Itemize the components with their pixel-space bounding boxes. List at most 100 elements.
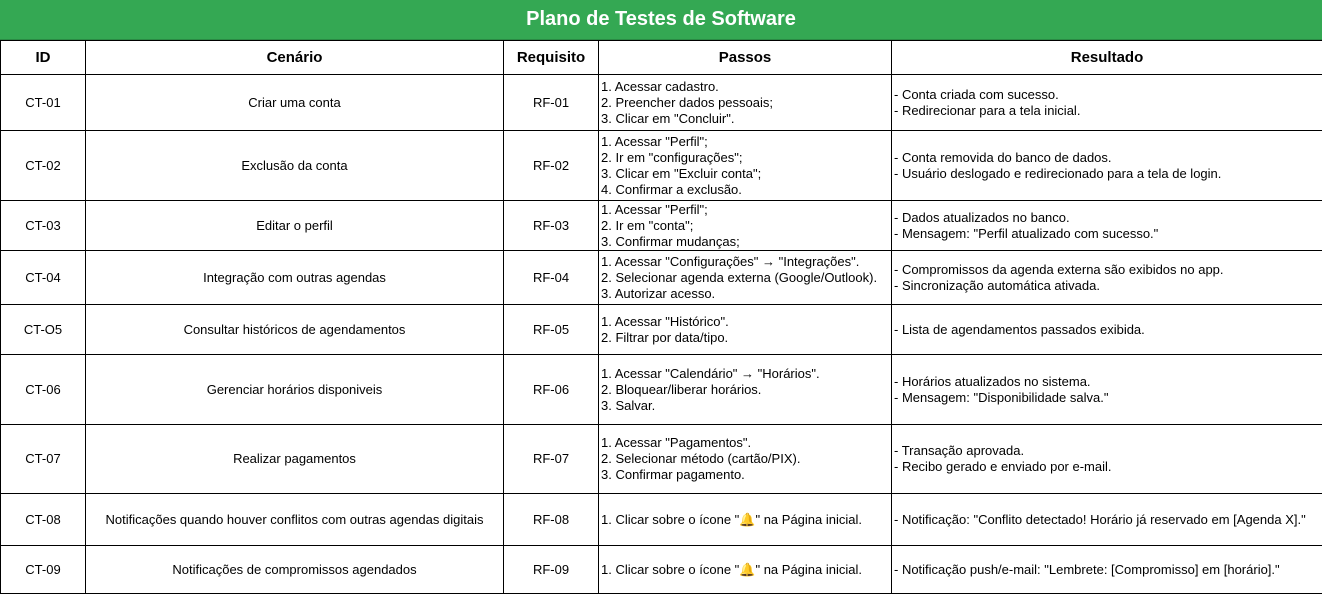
passos-line: 2. Bloquear/liberar horários. bbox=[601, 382, 889, 398]
cell-resultado: - Conta removida do banco de dados.- Usu… bbox=[892, 131, 1322, 201]
cell-passos: 1. Acessar cadastro.2. Preencher dados p… bbox=[599, 75, 892, 131]
cell-id: CT-O5 bbox=[1, 305, 86, 355]
passos-line: 2. Ir em "conta"; bbox=[601, 218, 889, 234]
passos-line: 3. Autorizar acesso. bbox=[601, 286, 889, 302]
passos-line: 1. Acessar "Perfil"; bbox=[601, 202, 889, 218]
cell-passos: 1. Clicar sobre o ícone "🔔" na Página in… bbox=[599, 546, 892, 594]
cell-cenario: Realizar pagamentos bbox=[86, 425, 504, 494]
passos-line: 1. Acessar "Perfil"; bbox=[601, 134, 889, 150]
cell-resultado: - Notificação push/e-mail: "Lembrete: [C… bbox=[892, 546, 1322, 594]
cell-resultado: - Lista de agendamentos passados exibida… bbox=[892, 305, 1322, 355]
cell-resultado: - Notificação: "Conflito detectado! Horá… bbox=[892, 494, 1322, 546]
passos-line: 2. Preencher dados pessoais; bbox=[601, 95, 889, 111]
cell-resultado: - Transação aprovada.- Recibo gerado e e… bbox=[892, 425, 1322, 494]
passos-line: 1. Acessar "Configurações" → "Integraçõe… bbox=[601, 254, 889, 270]
header-resultado: Resultado bbox=[892, 41, 1322, 75]
cell-requisito: RF-07 bbox=[504, 425, 599, 494]
cell-cenario: Integração com outras agendas bbox=[86, 251, 504, 305]
resultado-line: - Redirecionar para a tela inicial. bbox=[894, 103, 1320, 119]
cell-cenario: Editar o perfil bbox=[86, 201, 504, 251]
passos-line: 1. Clicar sobre o ícone "🔔" na Página in… bbox=[601, 562, 889, 578]
cell-id: CT-08 bbox=[1, 494, 86, 546]
cell-passos: 1. Acessar "Calendário" → "Horários".2. … bbox=[599, 355, 892, 425]
passos-line: 2. Selecionar método (cartão/PIX). bbox=[601, 451, 889, 467]
table-row: CT-04Integração com outras agendasRF-041… bbox=[1, 251, 1322, 305]
page-title: Plano de Testes de Software bbox=[0, 0, 1322, 40]
cell-id: CT-04 bbox=[1, 251, 86, 305]
resultado-line: - Notificação push/e-mail: "Lembrete: [C… bbox=[894, 562, 1320, 578]
passos-line: 1. Acessar "Histórico". bbox=[601, 314, 889, 330]
passos-line: 2. Ir em "configurações"; bbox=[601, 150, 889, 166]
table-header-row: ID Cenário Requisito Passos Resultado bbox=[1, 41, 1322, 75]
passos-line: 1. Acessar "Pagamentos". bbox=[601, 435, 889, 451]
cell-passos: 1. Acessar "Configurações" → "Integraçõe… bbox=[599, 251, 892, 305]
header-cenario: Cenário bbox=[86, 41, 504, 75]
cell-cenario: Exclusão da conta bbox=[86, 131, 504, 201]
passos-line: 3. Confirmar mudanças; bbox=[601, 234, 889, 250]
passos-line: 3. Clicar em "Concluir". bbox=[601, 111, 889, 127]
cell-id: CT-06 bbox=[1, 355, 86, 425]
cell-cenario: Consultar históricos de agendamentos bbox=[86, 305, 504, 355]
passos-line: 4. Confirmar a exclusão. bbox=[601, 182, 889, 198]
test-plan-table: ID Cenário Requisito Passos Resultado CT… bbox=[0, 40, 1322, 594]
cell-requisito: RF-05 bbox=[504, 305, 599, 355]
cell-requisito: RF-01 bbox=[504, 75, 599, 131]
cell-passos: 1. Acessar "Perfil";2. Ir em "configuraç… bbox=[599, 131, 892, 201]
cell-resultado: - Conta criada com sucesso.- Redireciona… bbox=[892, 75, 1322, 131]
cell-id: CT-07 bbox=[1, 425, 86, 494]
table-row: CT-02Exclusão da contaRF-021. Acessar "P… bbox=[1, 131, 1322, 201]
cell-passos: 1. Acessar "Perfil";2. Ir em "conta";3. … bbox=[599, 201, 892, 251]
passos-line: 1. Clicar sobre o ícone "🔔" na Página in… bbox=[601, 512, 889, 528]
cell-cenario: Notificações de compromissos agendados bbox=[86, 546, 504, 594]
resultado-line: - Conta criada com sucesso. bbox=[894, 87, 1320, 103]
cell-requisito: RF-02 bbox=[504, 131, 599, 201]
table-row: CT-03Editar o perfilRF-031. Acessar "Per… bbox=[1, 201, 1322, 251]
resultado-line: - Mensagem: "Disponibilidade salva." bbox=[894, 390, 1320, 406]
cell-id: CT-03 bbox=[1, 201, 86, 251]
passos-line: 3. Confirmar pagamento. bbox=[601, 467, 889, 483]
passos-line: 2. Filtrar por data/tipo. bbox=[601, 330, 889, 346]
table-row: CT-08Notificações quando houver conflito… bbox=[1, 494, 1322, 546]
passos-line: 1. Acessar cadastro. bbox=[601, 79, 889, 95]
header-requisito: Requisito bbox=[504, 41, 599, 75]
cell-resultado: - Dados atualizados no banco.- Mensagem:… bbox=[892, 201, 1322, 251]
cell-requisito: RF-04 bbox=[504, 251, 599, 305]
resultado-line: - Mensagem: "Perfil atualizado com suces… bbox=[894, 226, 1320, 242]
resultado-line: - Usuário deslogado e redirecionado para… bbox=[894, 166, 1320, 182]
resultado-line: - Recibo gerado e enviado por e-mail. bbox=[894, 459, 1320, 475]
header-passos: Passos bbox=[599, 41, 892, 75]
cell-id: CT-01 bbox=[1, 75, 86, 131]
table-row: CT-06Gerenciar horários disponiveisRF-06… bbox=[1, 355, 1322, 425]
cell-requisito: RF-08 bbox=[504, 494, 599, 546]
resultado-line: - Notificação: "Conflito detectado! Horá… bbox=[894, 512, 1320, 528]
table-row: CT-O5Consultar históricos de agendamento… bbox=[1, 305, 1322, 355]
cell-resultado: - Compromissos da agenda externa são exi… bbox=[892, 251, 1322, 305]
resultado-line: - Compromissos da agenda externa são exi… bbox=[894, 262, 1320, 278]
cell-passos: 1. Acessar "Histórico".2. Filtrar por da… bbox=[599, 305, 892, 355]
cell-requisito: RF-03 bbox=[504, 201, 599, 251]
resultado-line: - Sincronização automática ativada. bbox=[894, 278, 1320, 294]
cell-cenario: Gerenciar horários disponiveis bbox=[86, 355, 504, 425]
cell-passos: 1. Acessar "Pagamentos".2. Selecionar mé… bbox=[599, 425, 892, 494]
passos-line: 1. Acessar "Calendário" → "Horários". bbox=[601, 366, 889, 382]
header-id: ID bbox=[1, 41, 86, 75]
cell-cenario: Notificações quando houver conflitos com… bbox=[86, 494, 504, 546]
resultado-line: - Dados atualizados no banco. bbox=[894, 210, 1320, 226]
passos-line: 3. Clicar em "Excluir conta"; bbox=[601, 166, 889, 182]
resultado-line: - Transação aprovada. bbox=[894, 443, 1320, 459]
cell-requisito: RF-09 bbox=[504, 546, 599, 594]
cell-passos: 1. Clicar sobre o ícone "🔔" na Página in… bbox=[599, 494, 892, 546]
passos-line: 2. Selecionar agenda externa (Google/Out… bbox=[601, 270, 889, 286]
cell-requisito: RF-06 bbox=[504, 355, 599, 425]
resultado-line: - Lista de agendamentos passados exibida… bbox=[894, 322, 1320, 338]
passos-line: 3. Salvar. bbox=[601, 398, 889, 414]
table-row: CT-07Realizar pagamentosRF-071. Acessar … bbox=[1, 425, 1322, 494]
cell-id: CT-02 bbox=[1, 131, 86, 201]
table-row: CT-09Notificações de compromissos agenda… bbox=[1, 546, 1322, 594]
table-row: CT-01Criar uma contaRF-011. Acessar cada… bbox=[1, 75, 1322, 131]
resultado-line: - Conta removida do banco de dados. bbox=[894, 150, 1320, 166]
cell-resultado: - Horários atualizados no sistema.- Mens… bbox=[892, 355, 1322, 425]
resultado-line: - Horários atualizados no sistema. bbox=[894, 374, 1320, 390]
cell-id: CT-09 bbox=[1, 546, 86, 594]
cell-cenario: Criar uma conta bbox=[86, 75, 504, 131]
